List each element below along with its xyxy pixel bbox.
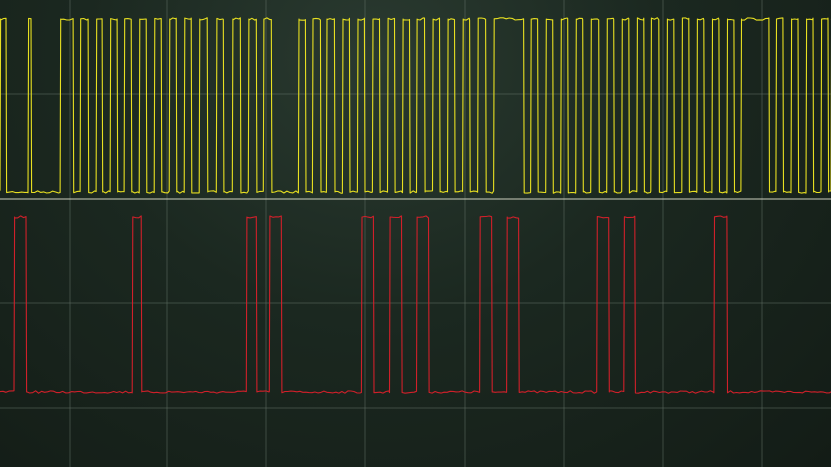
waveform-plot xyxy=(0,0,831,467)
trace-channel-1 xyxy=(0,17,831,194)
oscilloscope-screen xyxy=(0,0,831,467)
trace-channel-2 xyxy=(0,215,831,394)
